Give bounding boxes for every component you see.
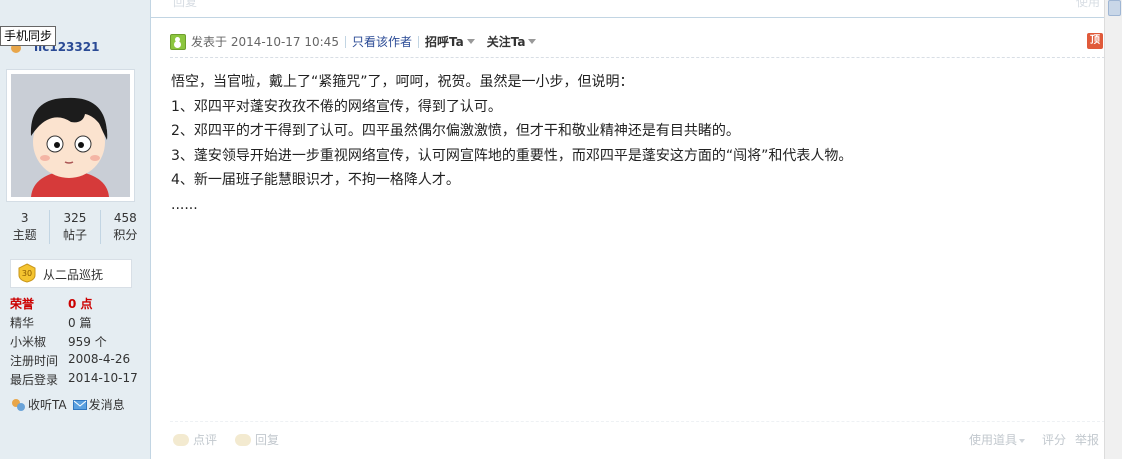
reply-button[interactable]: 回复 [235,431,279,448]
info-value: 2008-4-26 [68,352,131,366]
info-value: 959 个 [68,335,107,349]
post-line: ...... [171,196,198,213]
stat-posts-label: 帖子 [62,228,87,242]
stat-threads-label: 主题 [12,228,37,242]
post-line: 1、邓四平对蓬安孜孜不倦的网络宣传，得到了认可。 [171,98,502,115]
prev-tools-link[interactable]: 使用 [1076,0,1100,10]
vertical-scrollbar[interactable] [1104,0,1122,459]
rank-badge-number: 30 [22,269,32,278]
post-time: 发表于 2014-10-17 10:45 [191,35,339,49]
stat-points-label: 积分 [113,228,138,242]
prev-reply-link[interactable]: 回复 [173,0,197,10]
info-value: 0 点 [68,297,93,311]
chevron-down-icon [528,39,537,44]
top-divider [151,17,1105,18]
info-label: 小米椒 [10,335,47,349]
stat-points-num: 458 [113,211,137,225]
chevron-down-icon [466,39,475,44]
report-button[interactable]: 举报 [1075,431,1099,448]
user-stats: 3 主题 325 帖子 458 积分 [0,210,150,244]
rate-label: 点评 [193,433,218,447]
online-status-icon [170,33,186,50]
reply-icon [235,433,251,446]
divider [344,35,346,48]
follow-user-button[interactable]: 收听TA [10,396,67,413]
info-label: 注册时间 [10,354,59,368]
rank-box: 30 从二品巡抚 [10,259,132,288]
greet-ta-button[interactable]: 招呼Ta [425,33,475,50]
chevron-down-icon [1019,438,1026,443]
follow-icon [12,398,25,411]
stat-threads[interactable]: 3 主题 [0,210,51,244]
comment-icon [173,433,189,446]
only-author-link[interactable]: 只看该作者 [352,33,412,50]
rank-title: 从二品巡抚 [43,268,104,282]
envelope-icon [72,399,87,410]
top-post-icon[interactable]: 顶 [1087,33,1103,49]
info-label: 荣誉 [10,297,35,311]
divider [417,35,419,48]
stat-posts[interactable]: 325 帖子 [50,210,101,244]
follow-label: 收听TA [28,398,67,412]
avatar[interactable] [6,69,135,202]
stat-posts-num: 325 [63,211,87,225]
greet-ta-label: 招呼Ta [424,35,464,49]
follow-ta-button[interactable]: 关注Ta [487,33,537,50]
rank-badge-icon: 30 [18,263,36,283]
post-line: 2、邓四平的才干得到了认可。四平虽然偶尔偏激激愤，但才干和敬业精神还是有目共睹的… [171,123,740,139]
mobile-sync-tooltip: 手机同步 [0,26,57,46]
tools-label: 使用道具 [969,433,1018,447]
post-line: 4、新一届班子能慧眼识才，不拘一格降人才。 [171,172,460,188]
header-divider [170,57,1105,58]
post-header: 发表于 2014-10-17 10:45 只看该作者 招呼Ta 关注Ta [170,33,537,50]
info-value: 0 篇 [68,316,92,330]
cartoon-avatar-icon [11,74,130,197]
stat-points[interactable]: 458 积分 [101,210,150,244]
follow-ta-label: 关注Ta [486,35,526,49]
post-content: 悟空，当官啦，戴上了“紧箍咒”了，呵呵，祝贺。虽然是一小步，但说明： 1、邓四平… [171,70,852,217]
footer-divider [170,421,1105,422]
post-line: 悟空，当官啦，戴上了“紧箍咒”了，呵呵，祝贺。虽然是一小步，但说明： [171,74,634,90]
use-tools-button[interactable]: 使用道具 [969,431,1026,448]
post-line: 3、蓬安领导开始进一步重视网络宣传，认可网宣阵地的重要性，而邓四平是蓬安这方面的… [171,147,853,164]
info-value: 2014-10-17 [68,371,138,385]
rate-button[interactable]: 点评 [173,431,217,448]
info-label: 最后登录 [10,373,59,387]
reply-label: 回复 [255,433,280,447]
stat-threads-num: 3 [20,211,29,225]
score-button[interactable]: 评分 [1042,431,1066,448]
send-message-button[interactable]: 发消息 [72,396,125,413]
scrollbar-thumb[interactable] [1108,0,1121,16]
info-label: 精华 [10,316,35,330]
message-label: 发消息 [88,398,125,412]
user-actions: 收听TA 发消息 [10,396,125,413]
